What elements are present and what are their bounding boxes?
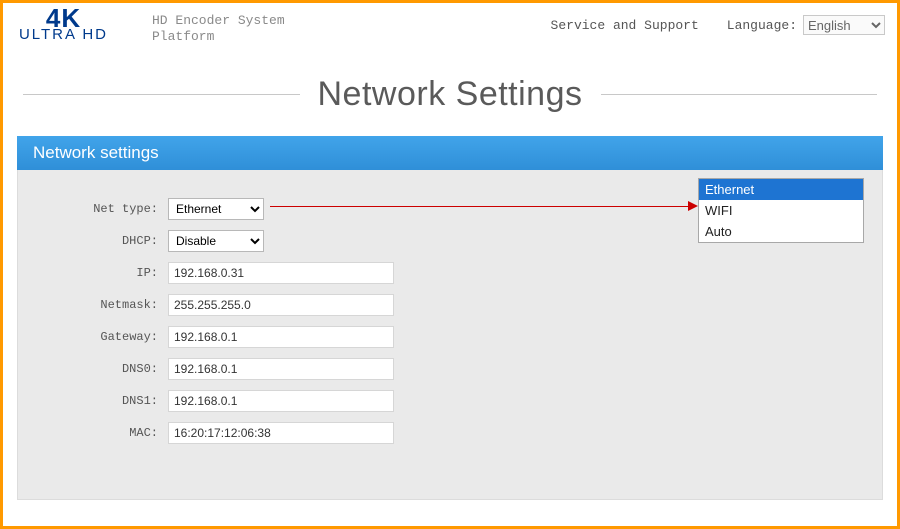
row-dns1: DNS1:: [28, 390, 872, 412]
platform-label: HD Encoder System Platform: [152, 13, 285, 46]
row-ip: IP:: [28, 262, 872, 284]
page-title-wrap: Network Settings: [3, 75, 897, 114]
rule-left: [23, 94, 300, 95]
language-label: Language:: [727, 18, 797, 33]
dns0-input[interactable]: [168, 358, 394, 380]
arrow-head-icon: [688, 201, 698, 211]
logo: 4K ULTRA HD: [11, 7, 116, 42]
net-type-option-wifi[interactable]: WIFI: [699, 200, 863, 221]
netmask-input[interactable]: [168, 294, 394, 316]
label-dhcp: DHCP:: [28, 234, 168, 248]
label-dns0: DNS0:: [28, 362, 168, 376]
label-ip: IP:: [28, 266, 168, 280]
header-right: Service and Support Language: English: [551, 15, 885, 35]
gateway-input[interactable]: [168, 326, 394, 348]
platform-line2: Platform: [152, 29, 285, 45]
arrow-line: [270, 206, 690, 207]
label-netmask: Netmask:: [28, 298, 168, 312]
page-title: Network Settings: [300, 75, 601, 114]
section-title: Network settings: [33, 143, 159, 162]
label-mac: MAC:: [28, 426, 168, 440]
label-gateway: Gateway:: [28, 330, 168, 344]
form-area: Net type: Ethernet DHCP: Disable IP: Net…: [17, 170, 883, 500]
logo-ultrahd-text: ULTRA HD: [11, 28, 116, 42]
language-select[interactable]: English: [803, 15, 885, 35]
section-banner: Network settings: [17, 136, 883, 170]
rule-right: [601, 94, 878, 95]
header: 4K ULTRA HD HD Encoder System Platform S…: [3, 3, 897, 49]
row-netmask: Netmask:: [28, 294, 872, 316]
dns1-input[interactable]: [168, 390, 394, 412]
row-dns0: DNS0:: [28, 358, 872, 380]
net-type-select[interactable]: Ethernet: [168, 198, 264, 220]
label-net-type: Net type:: [28, 202, 168, 216]
net-type-option-auto[interactable]: Auto: [699, 221, 863, 242]
net-type-dropdown-popup[interactable]: Ethernet WIFI Auto: [698, 178, 864, 243]
ip-input[interactable]: [168, 262, 394, 284]
mac-input[interactable]: [168, 422, 394, 444]
language-block: Language: English: [727, 15, 885, 35]
service-support-link[interactable]: Service and Support: [551, 18, 699, 33]
row-mac: MAC:: [28, 422, 872, 444]
row-gateway: Gateway:: [28, 326, 872, 348]
label-dns1: DNS1:: [28, 394, 168, 408]
platform-line1: HD Encoder System: [152, 13, 285, 29]
net-type-option-ethernet[interactable]: Ethernet: [699, 179, 863, 200]
dhcp-select[interactable]: Disable: [168, 230, 264, 252]
